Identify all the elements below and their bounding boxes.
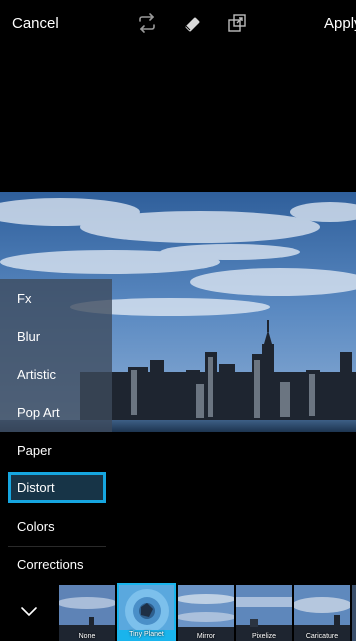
effect-mirror[interactable]: Mirror [178, 585, 234, 641]
effect-next-partial[interactable] [352, 585, 356, 641]
menu-item-pop-art[interactable]: Pop Art [8, 397, 106, 428]
menu-item-fx[interactable]: Fx [8, 283, 106, 314]
apply-button[interactable]: Apply [324, 15, 356, 32]
cancel-button[interactable]: Cancel [12, 15, 59, 32]
menu-item-corrections[interactable]: Corrections [8, 549, 106, 580]
collapse-button[interactable] [0, 583, 58, 641]
effect-label: Pixelize [251, 633, 277, 640]
menu-divider [8, 546, 106, 547]
menu-item-artistic[interactable]: Artistic [8, 359, 106, 390]
effect-none[interactable]: None [59, 585, 115, 641]
chevron-down-icon [21, 607, 37, 617]
effect-label: Caricature [305, 633, 339, 640]
menu-item-colors[interactable]: Colors [8, 511, 106, 542]
effect-tiny-planet[interactable]: Tiny Planet [117, 583, 176, 641]
layers-icon[interactable] [226, 12, 248, 34]
menu-item-blur[interactable]: Blur [8, 321, 106, 352]
eraser-icon[interactable] [181, 12, 203, 34]
effect-caricature[interactable]: Caricature [294, 585, 350, 641]
top-bar: Cancel Apply [0, 0, 356, 46]
menu-item-paper[interactable]: Paper [8, 435, 106, 466]
effect-label: Mirror [196, 633, 216, 640]
effect-label: None [78, 633, 96, 640]
menu-item-distort[interactable]: Distort [8, 472, 106, 503]
effect-label: Tiny Planet [119, 630, 174, 639]
repeat-icon[interactable] [136, 12, 158, 34]
effect-pixelize[interactable]: Pixelize [236, 585, 292, 641]
